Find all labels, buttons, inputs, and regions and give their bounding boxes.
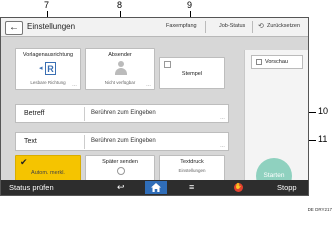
- betreff-row[interactable]: Betreff Berühren zum Eingeben …: [15, 104, 229, 123]
- vorlagenausrichtung-label: Vorlagenausrichtung: [22, 52, 74, 58]
- stop-button[interactable]: Stopp: [277, 183, 297, 192]
- textdruck-label: Textdruck: [180, 159, 204, 165]
- clock-icon: [117, 167, 125, 175]
- device-screen: ← Einstellungen Faxempfang Job-Status ⟲ …: [0, 17, 309, 196]
- spaeter-senden-card[interactable]: Später senden: [85, 155, 155, 181]
- divider: [252, 21, 253, 33]
- more-icon: …: [146, 82, 151, 88]
- text-row[interactable]: Text Berühren zum Eingeben …: [15, 132, 229, 151]
- absender-card[interactable]: Absender Nicht verfügbar …: [85, 48, 155, 90]
- textdruck-card[interactable]: Textdruck Einstellungen: [159, 155, 225, 181]
- absender-label: Absender: [108, 52, 132, 58]
- orientation-icon: ◂ R: [39, 62, 57, 76]
- callout-7: 7: [44, 0, 50, 10]
- checkmark-icon: ✔: [20, 157, 28, 167]
- more-icon: …: [220, 143, 225, 149]
- person-icon: [115, 61, 127, 75]
- betreff-placeholder: Berühren zum Eingeben: [91, 110, 156, 116]
- reset-icon: ⟲: [258, 23, 264, 30]
- vorlagenausrichtung-card[interactable]: Vorlagenausrichtung ◂ R Lesbare Richtung…: [15, 48, 81, 90]
- divider: [205, 21, 206, 33]
- vorlagenausrichtung-value: Lesbare Richtung: [30, 80, 66, 85]
- callout-11: 11: [318, 134, 328, 144]
- more-icon: …: [72, 82, 77, 88]
- page-title: Einstellungen: [27, 22, 76, 31]
- text-label: Text: [24, 138, 37, 145]
- autom-merkl-card[interactable]: ✔ Autom. merkl.: [15, 155, 81, 181]
- betreff-input[interactable]: Berühren zum Eingeben: [84, 107, 224, 121]
- absender-value: Nicht verfügbar: [104, 80, 136, 85]
- status-pruefen-button[interactable]: Status prüfen: [9, 183, 54, 192]
- betreff-label: Betreff: [24, 110, 45, 117]
- figure-code: DE DRY217: [307, 207, 332, 212]
- home-button[interactable]: [145, 181, 167, 194]
- vorschau-toggle[interactable]: Vorschau: [251, 55, 303, 69]
- stop-icon[interactable]: ✋: [234, 183, 243, 192]
- textdruck-value: Einstellungen: [178, 168, 206, 173]
- back-arrow-icon[interactable]: ↩: [117, 182, 125, 193]
- text-input[interactable]: Berühren zum Eingeben: [84, 135, 224, 149]
- reset-button[interactable]: Zurücksetzen: [267, 23, 300, 29]
- callout-9: 9: [187, 0, 193, 10]
- bottom-bar: Status prüfen ↩ ≡ ✋ Stopp: [1, 180, 308, 195]
- back-button[interactable]: ←: [5, 21, 23, 35]
- stempel-label: Stempel: [181, 71, 203, 77]
- vorschau-checkbox[interactable]: [256, 59, 262, 65]
- menu-icon[interactable]: ≡: [189, 182, 194, 192]
- more-icon: …: [220, 115, 225, 121]
- callout-10: 10: [318, 106, 329, 116]
- faxempfang-button[interactable]: Faxempfang: [166, 23, 197, 29]
- arrow-left-icon: ←: [9, 22, 19, 33]
- spaeter-senden-label: Später senden: [102, 159, 138, 165]
- callout-8: 8: [117, 0, 123, 10]
- home-icon: [151, 183, 161, 192]
- text-placeholder: Berühren zum Eingeben: [91, 138, 156, 144]
- stempel-checkbox[interactable]: [164, 61, 171, 68]
- title-bar: ← Einstellungen Faxempfang Job-Status ⟲ …: [1, 18, 308, 37]
- job-status-button[interactable]: Job-Status: [219, 23, 245, 29]
- autom-merkl-label: Autom. merkl.: [31, 170, 65, 176]
- stempel-card[interactable]: Stempel: [159, 57, 225, 89]
- vorschau-label: Vorschau: [265, 59, 288, 65]
